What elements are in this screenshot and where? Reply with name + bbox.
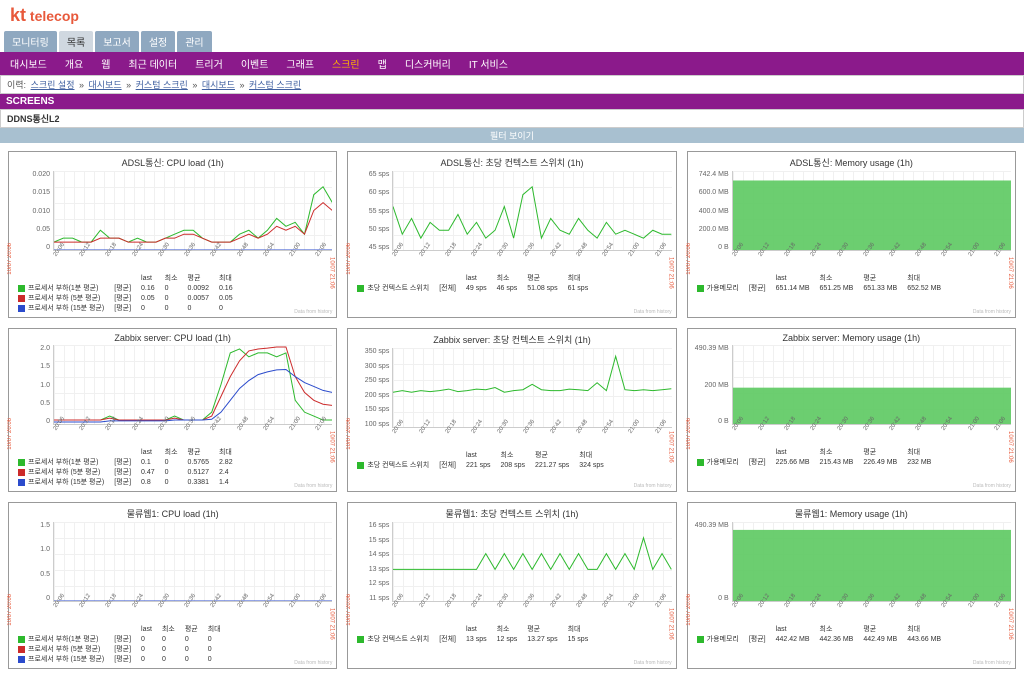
chart-legend: last최소평균최대초당 컨텍스트 스위치[전체]13 sps12 sps13.… — [352, 624, 671, 644]
chart-legend: last최소평균최대가용메모리[평균]651.14 MB651.25 MB651… — [692, 273, 1011, 293]
chart-card: Zabbix server: Memory usage (1h)10/07 20… — [687, 328, 1016, 492]
chart-plot — [392, 522, 671, 602]
menu-개요[interactable]: 개요 — [65, 56, 83, 71]
chart-title: 물류웹1: CPU load (1h) — [13, 507, 332, 520]
chart-card: 물류웹1: 초당 컨텍스트 스위치 (1h)10/07 20:0616 sps1… — [347, 502, 676, 669]
chart-title: Zabbix server: 초당 컨텍스트 스위치 (1h) — [352, 333, 671, 346]
screens-title-bar: SCREENS — [0, 94, 1024, 109]
chart-card: Zabbix server: 초당 컨텍스트 스위치 (1h)10/07 20:… — [347, 328, 676, 492]
chart-legend: last최소평균최대초당 컨텍스트 스위치[전체]221 sps208 sps2… — [352, 450, 671, 470]
chart-card: Zabbix server: CPU load (1h)10/07 20:062… — [8, 328, 337, 492]
chart-plot — [392, 171, 671, 251]
chart-title: 물류웹1: 초당 컨텍스트 스위치 (1h) — [352, 507, 671, 520]
tab-모니터링[interactable]: 모니터링 — [4, 31, 57, 52]
tab-목록[interactable]: 목록 — [59, 31, 93, 52]
chart-legend: last최소평균최대가용메모리[평균]225.66 MB215.43 MB226… — [692, 447, 1011, 467]
menu-이벤트[interactable]: 이벤트 — [241, 56, 269, 71]
chart-legend: last최소평균최대프로세서 부하(1분 평균)[평균]0.100.57652.… — [13, 447, 332, 487]
tab-설정[interactable]: 설정 — [141, 31, 175, 52]
chart-card: ADSL통신: Memory usage (1h)10/07 20:06742.… — [687, 151, 1016, 318]
menu-트리거[interactable]: 트리거 — [195, 56, 223, 71]
chart-legend: last최소평균최대가용메모리[평균]442.42 MB442.36 MB442… — [692, 624, 1011, 644]
chart-plot — [732, 171, 1011, 251]
breadcrumb-link[interactable]: 커스텀 스크린 — [136, 80, 188, 90]
breadcrumb-link[interactable]: 대시보드 — [89, 80, 122, 90]
chart-card: 물류웹1: CPU load (1h)10/07 20:061.51.00.50… — [8, 502, 337, 669]
breadcrumb: 이력: 스크린 설정 » 대시보드 » 커스텀 스크린 » 대시보드 » 커스텀… — [0, 75, 1024, 94]
chart-title: 물류웹1: Memory usage (1h) — [692, 507, 1011, 520]
menu-IT 서비스[interactable]: IT 서비스 — [469, 56, 508, 71]
breadcrumb-link[interactable]: 스크린 설정 — [31, 80, 75, 90]
chart-legend: last최소평균최대프로세서 부하(1분 평균)[평균]0.1600.00920… — [13, 273, 332, 313]
breadcrumb-link[interactable]: 커스텀 스크린 — [249, 80, 301, 90]
tab-보고서[interactable]: 보고서 — [95, 31, 139, 52]
chart-plot — [53, 345, 332, 425]
logo: kt telecop — [0, 0, 1024, 31]
menu-최근 데이터[interactable]: 최근 데이터 — [128, 56, 177, 71]
chart-plot — [53, 171, 332, 251]
menu-맵[interactable]: 맵 — [378, 56, 387, 71]
menu-디스커버리[interactable]: 디스커버리 — [405, 56, 451, 71]
chart-plot — [53, 522, 332, 602]
tab-관리[interactable]: 관리 — [177, 31, 211, 52]
chart-title: ADSL통신: 초당 컨텍스트 스위치 (1h) — [352, 156, 671, 169]
chart-plot — [392, 348, 671, 428]
top-tabs: 모니터링목록보고서설정관리 — [0, 31, 1024, 52]
breadcrumb-link[interactable]: 대시보드 — [202, 80, 235, 90]
chart-card: ADSL통신: 초당 컨텍스트 스위치 (1h)10/07 20:0665 sp… — [347, 151, 676, 318]
menu-웹[interactable]: 웹 — [101, 56, 110, 71]
chart-card: 물류웹1: Memory usage (1h)10/07 20:06490.39… — [687, 502, 1016, 669]
chart-legend: last최소평균최대초당 컨텍스트 스위치[전체]49 sps46 sps51.… — [352, 273, 671, 293]
chart-plot — [732, 345, 1011, 425]
chart-title: ADSL통신: Memory usage (1h) — [692, 156, 1011, 169]
filter-toggle[interactable]: 필터 보이기 — [0, 128, 1024, 143]
chart-card: ADSL통신: CPU load (1h)10/07 20:060.0200.0… — [8, 151, 337, 318]
chart-legend: last최소평균최대프로세서 부하(1분 평균)[평균]0000프로세서 부하 … — [13, 624, 332, 664]
chart-title: Zabbix server: CPU load (1h) — [13, 333, 332, 343]
menu-스크린[interactable]: 스크린 — [332, 56, 360, 71]
menu-대시보드[interactable]: 대시보드 — [10, 56, 47, 71]
chart-plot — [732, 522, 1011, 602]
menu-그래프[interactable]: 그래프 — [286, 56, 314, 71]
chart-title: ADSL통신: CPU load (1h) — [13, 156, 332, 169]
chart-grid: ADSL통신: CPU load (1h)10/07 20:060.0200.0… — [0, 143, 1024, 677]
ddns-bar: DDNS통신L2 — [0, 109, 1024, 128]
main-menu: 대시보드 개요 웹 최근 데이터 트리거 이벤트 그래프 스크린 맵 디스커버리 IT 서비스 — [0, 52, 1024, 75]
chart-title: Zabbix server: Memory usage (1h) — [692, 333, 1011, 343]
